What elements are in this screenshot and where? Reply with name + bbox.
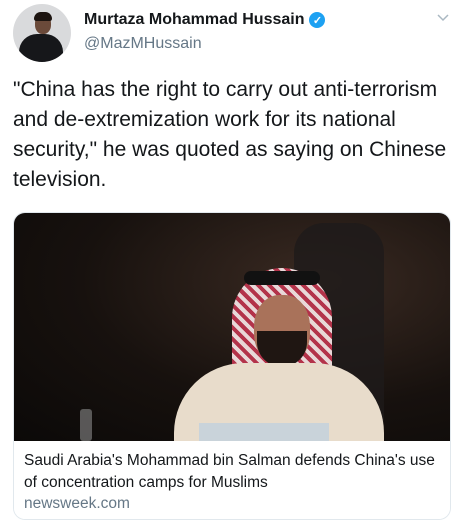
card-domain: newsweek.com [24,495,130,512]
author-name-text: Murtaza Mohammad Hussain [84,11,305,28]
author-handle[interactable]: @MazMHussain [84,35,202,53]
glass [80,409,92,441]
card-text: Saudi Arabia's Mohammad bin Salman defen… [14,441,450,519]
avatar[interactable] [13,4,71,62]
link-card[interactable]: Saudi Arabia's Mohammad bin Salman defen… [13,212,451,520]
verified-badge-icon: ✓ [309,12,326,28]
avatar-hair [34,12,52,21]
agal [244,271,320,285]
tweet-text: "China has the right to carry out anti-t… [13,78,447,191]
card-headline: Saudi Arabia's Mohammad bin Salman defen… [24,452,435,491]
author-name[interactable]: Murtaza Mohammad Hussain ✓ [84,11,326,29]
chevron-down-icon[interactable] [436,10,450,24]
papers [199,423,329,441]
avatar-body [19,34,63,62]
card-image [14,213,450,441]
